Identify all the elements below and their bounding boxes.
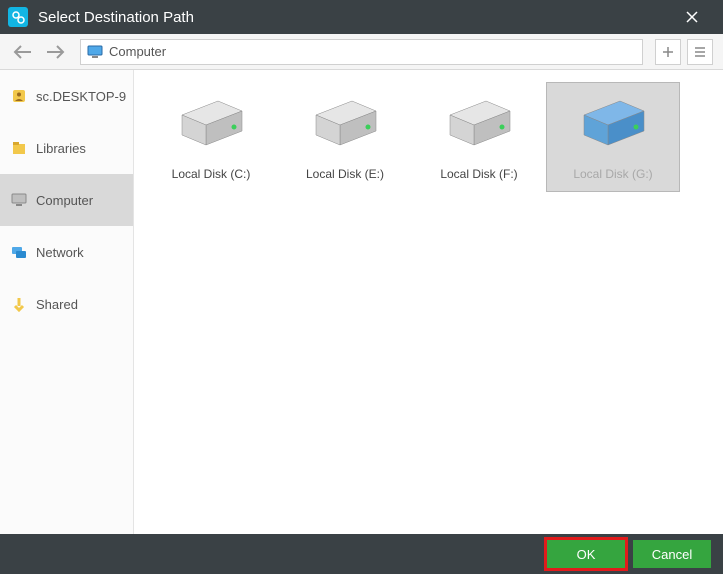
- window-title: Select Destination Path: [38, 9, 194, 26]
- user-icon: [10, 87, 28, 105]
- sidebar-item-label: sc.DESKTOP-9: [36, 89, 126, 104]
- app-icon: [8, 7, 28, 27]
- close-icon[interactable]: [685, 10, 715, 24]
- sidebar-item-label: Network: [36, 245, 84, 260]
- path-text: Computer: [109, 44, 166, 59]
- disk-icon: [306, 89, 384, 161]
- view-list-button[interactable]: [687, 39, 713, 65]
- sidebar-item-computer[interactable]: Computer: [0, 174, 133, 226]
- computer-icon: [10, 191, 28, 209]
- nav-forward-button[interactable]: [42, 39, 68, 65]
- sidebar: sc.DESKTOP-9 Libraries Computer Network Shar…: [0, 70, 134, 534]
- toolbar: Computer: [0, 34, 723, 70]
- sidebar-item-label: Shared: [36, 297, 78, 312]
- sidebar-item-network[interactable]: Network: [0, 226, 133, 278]
- disk-icon: [172, 89, 250, 161]
- computer-icon: [87, 45, 103, 59]
- titlebar: Select Destination Path: [0, 0, 723, 34]
- disk-item[interactable]: Local Disk (C:): [144, 82, 278, 192]
- sidebar-item-libraries[interactable]: Libraries: [0, 122, 133, 174]
- disk-item[interactable]: Local Disk (F:): [412, 82, 546, 192]
- disk-icon: [574, 89, 652, 161]
- nav-back-button[interactable]: [10, 39, 36, 65]
- ok-button[interactable]: OK: [547, 540, 625, 568]
- path-input[interactable]: Computer: [80, 39, 643, 65]
- cancel-button[interactable]: Cancel: [633, 540, 711, 568]
- libraries-icon: [10, 139, 28, 157]
- network-icon: [10, 243, 28, 261]
- ok-label: OK: [577, 547, 596, 562]
- sidebar-item-label: Libraries: [36, 141, 86, 156]
- sidebar-item-shared[interactable]: Shared: [0, 278, 133, 330]
- disk-label: Local Disk (G:): [573, 167, 652, 181]
- cancel-label: Cancel: [652, 547, 692, 562]
- disk-label: Local Disk (C:): [172, 167, 251, 181]
- disk-icon: [440, 89, 518, 161]
- disk-item[interactable]: Local Disk (G:): [546, 82, 680, 192]
- main-pane: Local Disk (C:) Local Disk (E:) Local Disk…: [134, 70, 723, 534]
- disk-label: Local Disk (E:): [306, 167, 384, 181]
- shared-icon: [10, 295, 28, 313]
- footer: OK Cancel: [0, 534, 723, 574]
- sidebar-item-user[interactable]: sc.DESKTOP-9: [0, 70, 133, 122]
- new-folder-button[interactable]: [655, 39, 681, 65]
- sidebar-item-label: Computer: [36, 193, 93, 208]
- disk-label: Local Disk (F:): [440, 167, 517, 181]
- disk-item[interactable]: Local Disk (E:): [278, 82, 412, 192]
